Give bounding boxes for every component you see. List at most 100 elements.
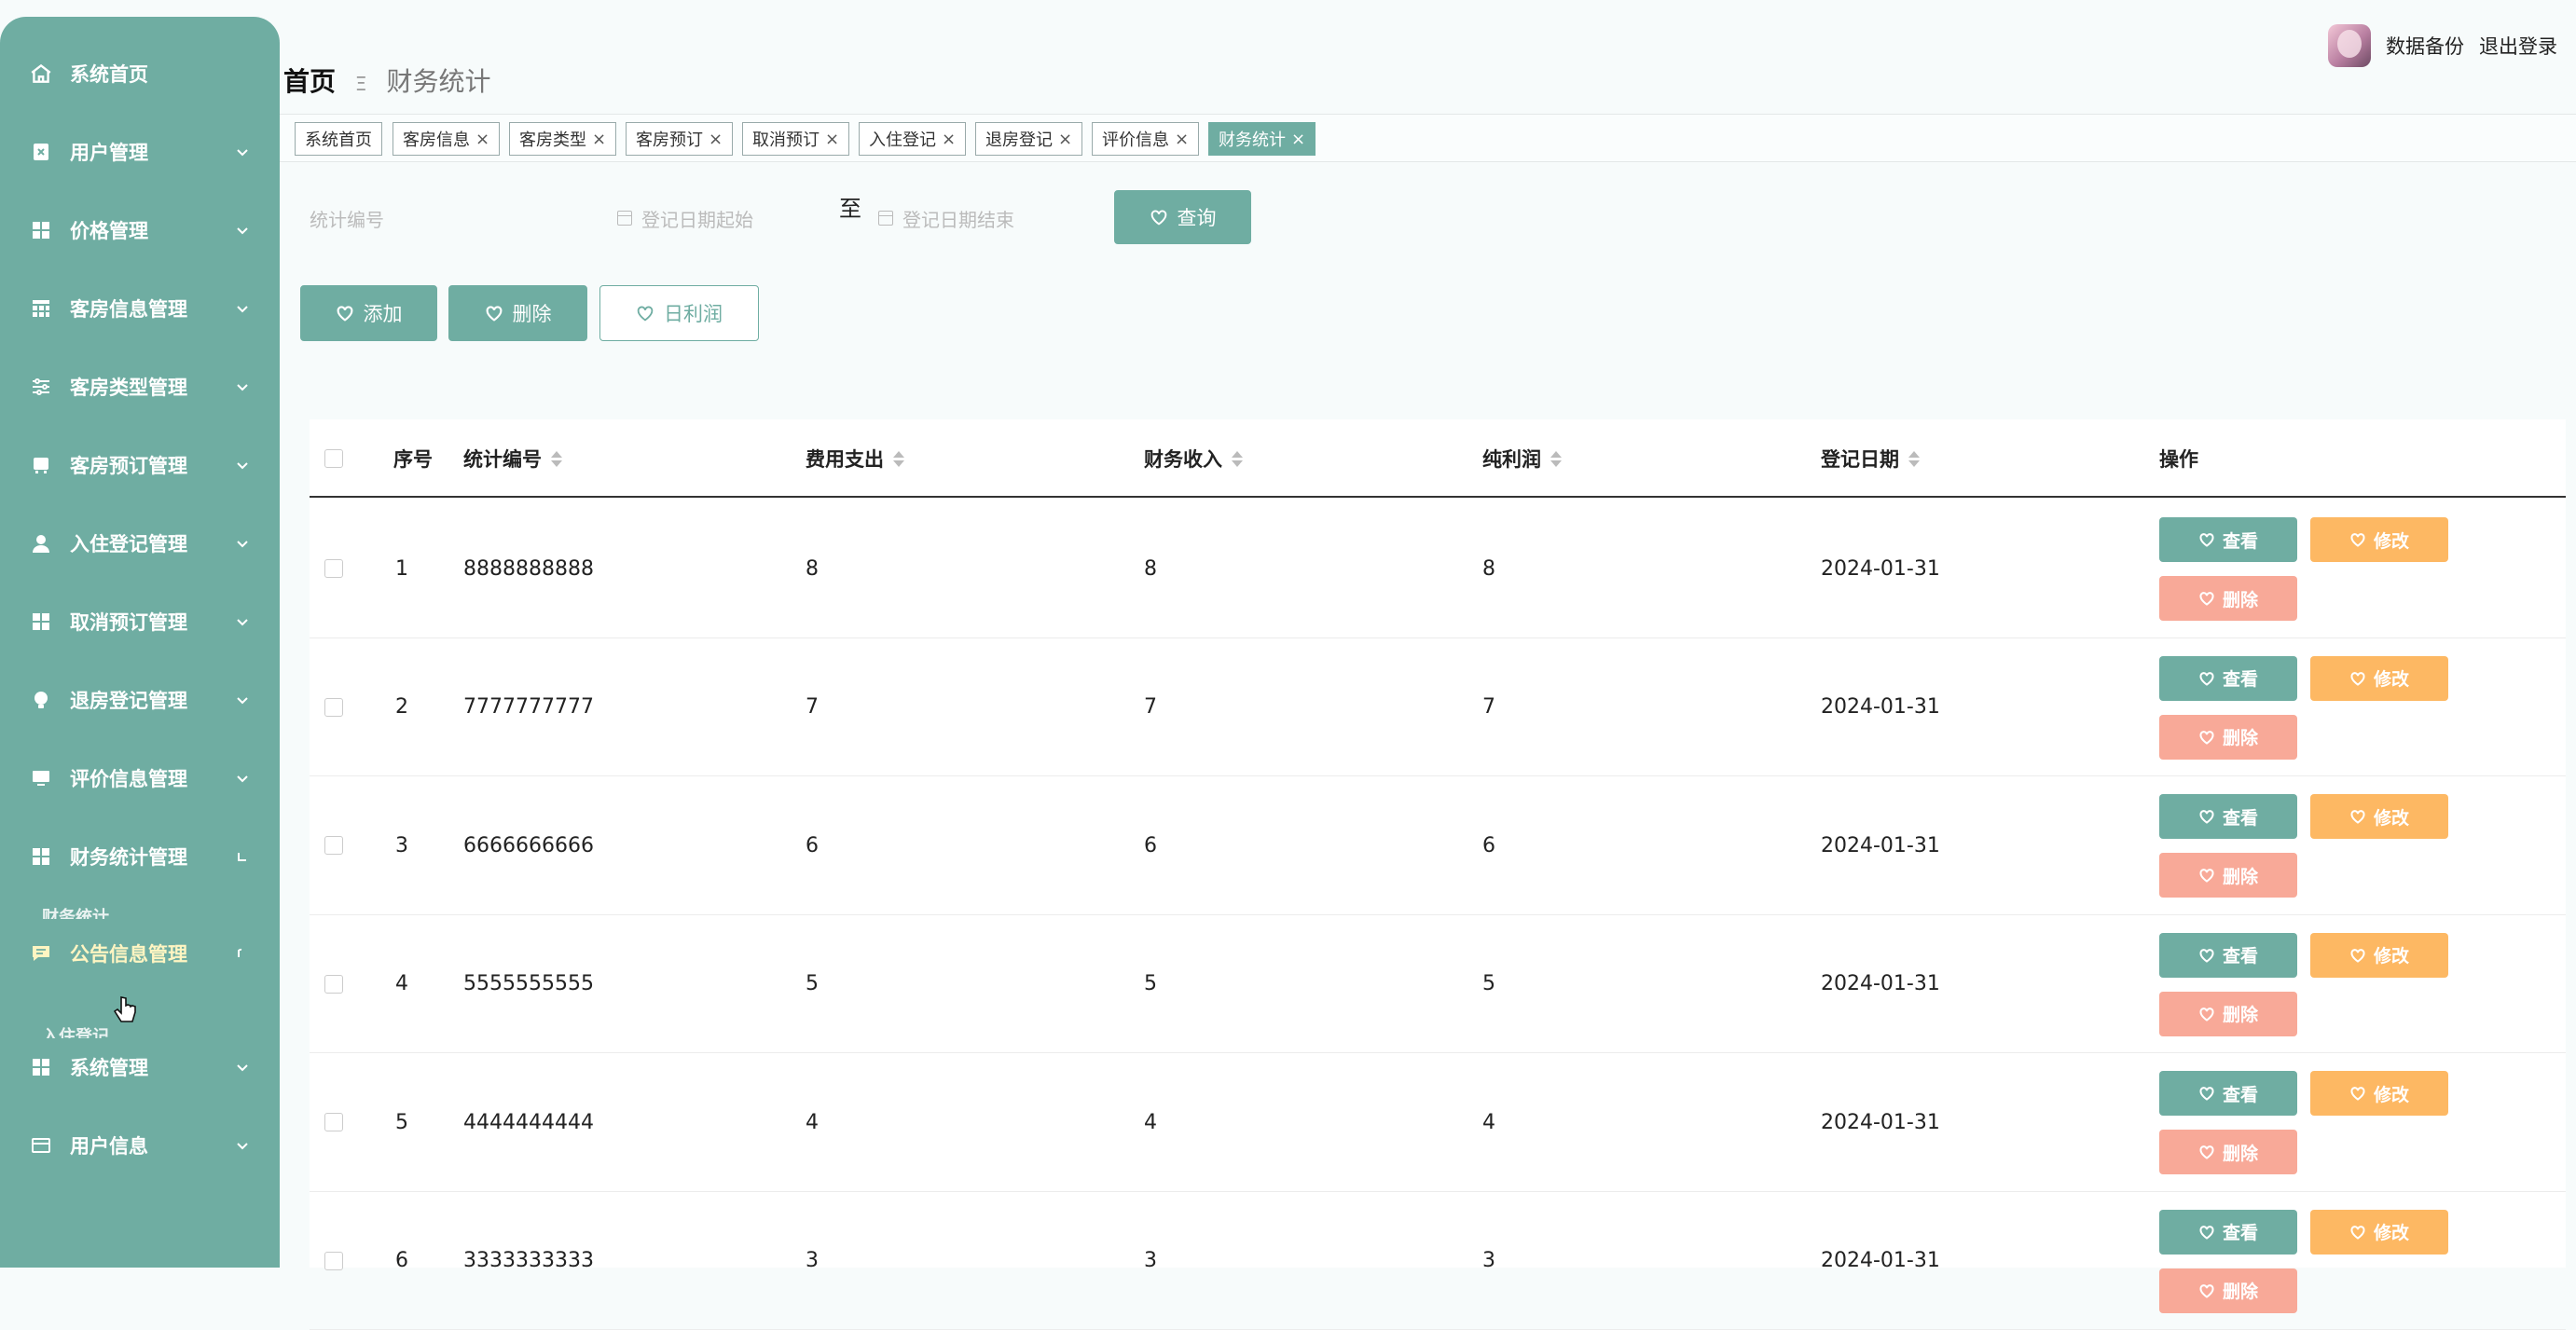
close-icon[interactable]: × — [825, 130, 839, 149]
chevron-down-icon — [233, 221, 252, 240]
row-checkbox[interactable] — [324, 698, 343, 717]
backup-link[interactable]: 数据备份 — [2386, 32, 2464, 60]
row-delete-button[interactable]: 删除 — [2159, 1130, 2297, 1174]
view-button[interactable]: 查看 — [2159, 517, 2297, 562]
edit-button[interactable]: 修改 — [2310, 933, 2448, 978]
select-all-checkbox[interactable] — [324, 449, 343, 468]
cell-income: 8 — [1144, 500, 1157, 638]
view-button[interactable]: 查看 — [2159, 933, 2297, 978]
edit-button[interactable]: 修改 — [2310, 794, 2448, 839]
header-expense[interactable]: 费用支出 — [806, 419, 904, 498]
tab-cancel-booking[interactable]: 取消预订× — [742, 122, 849, 156]
sort-icon[interactable] — [893, 451, 904, 467]
tab-home[interactable]: 系统首页 — [295, 122, 382, 156]
row-checkbox[interactable] — [324, 559, 343, 578]
tab-checkin[interactable]: 入住登记× — [859, 122, 966, 156]
grid-icon — [28, 609, 54, 635]
header-code[interactable]: 统计编号 — [463, 419, 562, 498]
sidebar-item-room-type[interactable]: 客房类型管理 — [0, 356, 280, 418]
close-icon[interactable]: × — [592, 130, 606, 149]
sidebar-item-user-info[interactable]: 用户信息 — [0, 1115, 280, 1176]
tab-reviews[interactable]: 评价信息× — [1092, 122, 1199, 156]
delete-button[interactable]: 删除 — [448, 285, 587, 341]
edit-button[interactable]: 修改 — [2310, 517, 2448, 562]
row-delete-button[interactable]: 删除 — [2159, 992, 2297, 1036]
view-button-label: 查看 — [2223, 528, 2258, 553]
edit-button[interactable]: 修改 — [2310, 1210, 2448, 1255]
sort-icon[interactable] — [551, 451, 562, 467]
sidebar-item-label: 退房登记管理 — [70, 686, 187, 714]
logout-link[interactable]: 退出登录 — [2479, 32, 2557, 60]
view-button[interactable]: 查看 — [2159, 656, 2297, 701]
view-button[interactable]: 查看 — [2159, 1071, 2297, 1116]
header-date[interactable]: 登记日期 — [1821, 419, 1920, 498]
view-button[interactable]: 查看 — [2159, 1210, 2297, 1255]
cell-date: 2024-01-31 — [1821, 776, 1940, 915]
row-delete-button-label: 删除 — [2223, 863, 2258, 888]
tab-booking[interactable]: 客房预订× — [626, 122, 733, 156]
cell-income: 3 — [1144, 1192, 1157, 1330]
close-icon[interactable]: × — [1291, 130, 1305, 149]
breadcrumb-home[interactable]: 首页 — [283, 66, 336, 97]
row-checkbox[interactable] — [324, 1113, 343, 1131]
cell-income: 4 — [1144, 1053, 1157, 1192]
chevron-down-icon — [233, 299, 252, 318]
row-checkbox[interactable] — [324, 836, 343, 855]
query-button[interactable]: 查询 — [1114, 190, 1251, 244]
heart-icon — [2198, 591, 2215, 606]
sidebar-item-checkout[interactable]: 退房登记管理 — [0, 669, 280, 731]
row-delete-button[interactable]: 删除 — [2159, 853, 2297, 898]
sidebar-item-home[interactable]: 系统首页 — [0, 43, 280, 104]
sidebar-item-user-manage[interactable]: 用户管理 — [0, 121, 280, 183]
tab-checkout[interactable]: 退房登记 × — [975, 122, 1082, 156]
date-start-input[interactable]: 登记日期起始 — [617, 199, 822, 237]
table-row: 544444444444442024-01-31查看修改删除 — [310, 1053, 2566, 1192]
daily-profit-button-label: 日利润 — [664, 299, 723, 327]
tab-room-info[interactable]: 客房信息× — [393, 122, 500, 156]
close-icon[interactable]: × — [1058, 130, 1072, 149]
header-income[interactable]: 财务收入 — [1144, 419, 1243, 498]
close-icon[interactable]: × — [709, 130, 723, 149]
sidebar-item-price[interactable]: 价格管理 — [0, 199, 280, 261]
sort-icon[interactable] — [1232, 451, 1243, 467]
sidebar-item-finance[interactable]: 财务统计管理 — [0, 826, 280, 887]
close-icon[interactable]: × — [942, 130, 956, 149]
sort-icon[interactable] — [1908, 451, 1920, 467]
row-delete-button[interactable]: 删除 — [2159, 1268, 2297, 1313]
tab-finance[interactable]: 财务统计× — [1208, 122, 1316, 156]
date-end-input[interactable]: 登记日期结束 — [878, 199, 1102, 237]
row-delete-button[interactable]: 删除 — [2159, 715, 2297, 760]
header-date-label: 登记日期 — [1821, 445, 1899, 473]
sidebar-item-cancel-booking[interactable]: 取消预订管理 — [0, 591, 280, 652]
tab-room-type[interactable]: 客房类型× — [509, 122, 616, 156]
sidebar-item-reviews[interactable]: 评价信息管理 — [0, 747, 280, 809]
sidebar-item-checkin[interactable]: 入住登记管理 — [0, 513, 280, 574]
close-icon[interactable]: × — [475, 130, 489, 149]
cell-profit: 8 — [1482, 500, 1495, 638]
sidebar-item-room-info[interactable]: 客房信息管理 — [0, 278, 280, 339]
daily-profit-button[interactable]: 日利润 — [599, 285, 759, 341]
add-button[interactable]: 添加 — [300, 285, 437, 341]
sidebar-item-label: 客房信息管理 — [70, 295, 187, 322]
edit-button[interactable]: 修改 — [2310, 656, 2448, 701]
edit-button-label: 修改 — [2374, 1219, 2409, 1244]
edit-button[interactable]: 修改 — [2310, 1071, 2448, 1116]
close-icon[interactable]: × — [1175, 130, 1189, 149]
sidebar-item-announcements[interactable]: 公告信息管理 — [0, 923, 280, 984]
view-button[interactable]: 查看 — [2159, 794, 2297, 839]
row-delete-button-label: 删除 — [2223, 1001, 2258, 1026]
avatar[interactable] — [2328, 24, 2371, 67]
table-row: 633333333333332024-01-31查看修改删除 — [310, 1192, 2566, 1330]
tab-label: 退房登记 — [985, 127, 1053, 151]
header-profit-label: 纯利润 — [1482, 445, 1541, 473]
row-delete-button[interactable]: 删除 — [2159, 576, 2297, 621]
code-search-input[interactable]: 统计编号 — [310, 199, 580, 237]
heart-icon — [2198, 1145, 2215, 1159]
sidebar-item-system[interactable]: 系统管理 — [0, 1036, 280, 1098]
row-checkbox[interactable] — [324, 975, 343, 994]
sidebar-item-booking[interactable]: 客房预订管理 — [0, 434, 280, 496]
sidebar-item-label: 用户信息 — [70, 1131, 148, 1159]
header-profit[interactable]: 纯利润 — [1482, 419, 1562, 498]
sort-icon[interactable] — [1550, 451, 1562, 467]
submenu-item-finance-stats[interactable]: 财务统计 — [42, 904, 109, 919]
